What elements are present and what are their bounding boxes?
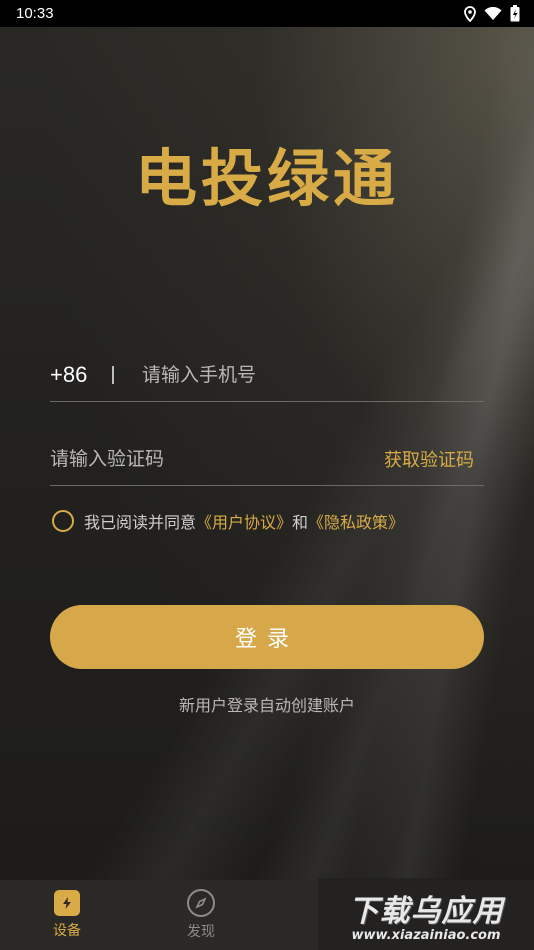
phone-input[interactable] — [142, 363, 484, 386]
agreement-row: 我已阅读并同意 《用户协议》 和 《隐私政策》 — [52, 508, 404, 534]
status-time: 10:33 — [16, 5, 54, 22]
agree-and: 和 — [292, 513, 309, 532]
wifi-icon — [484, 6, 502, 21]
app-title: 电投绿通 — [134, 142, 399, 215]
login-screen: 10:33 电投绿通 +86 获取验证码 我已阅读并同意 《用户协议》 和 《隐… — [0, 0, 534, 950]
tab-label: 发现 — [187, 924, 215, 940]
user-agreement-link[interactable]: 《用户协议》 — [196, 509, 292, 533]
status-icons — [464, 5, 520, 22]
tab-label: 设备 — [53, 923, 81, 939]
battery-icon — [510, 5, 520, 22]
login-button[interactable]: 登录 — [50, 605, 484, 669]
phone-row: +86 — [50, 348, 484, 402]
location-icon — [464, 5, 476, 22]
get-code-button[interactable]: 获取验证码 — [384, 446, 484, 472]
tab-device[interactable]: 设备 — [0, 880, 134, 950]
verification-code-input[interactable] — [50, 447, 384, 470]
status-bar: 10:33 — [0, 0, 534, 27]
tab-discover[interactable]: 发现 — [134, 880, 268, 950]
watermark-main: 下载乌应用 — [348, 893, 504, 929]
country-code[interactable]: +86 — [50, 362, 110, 388]
watermark: 下载乌应用 www.xiazainiao.com — [318, 878, 534, 950]
input-divider — [112, 365, 114, 384]
agree-radio[interactable] — [52, 510, 74, 532]
code-row: 获取验证码 — [50, 432, 484, 486]
auto-create-note: 新用户登录自动创建账户 — [178, 696, 355, 715]
agree-prefix: 我已阅读并同意 — [84, 513, 197, 532]
watermark-sub: www.xiazainiao.com — [351, 927, 501, 943]
privacy-policy-link[interactable]: 《隐私政策》 — [308, 509, 404, 533]
compass-icon — [187, 889, 215, 917]
device-icon — [54, 890, 80, 916]
